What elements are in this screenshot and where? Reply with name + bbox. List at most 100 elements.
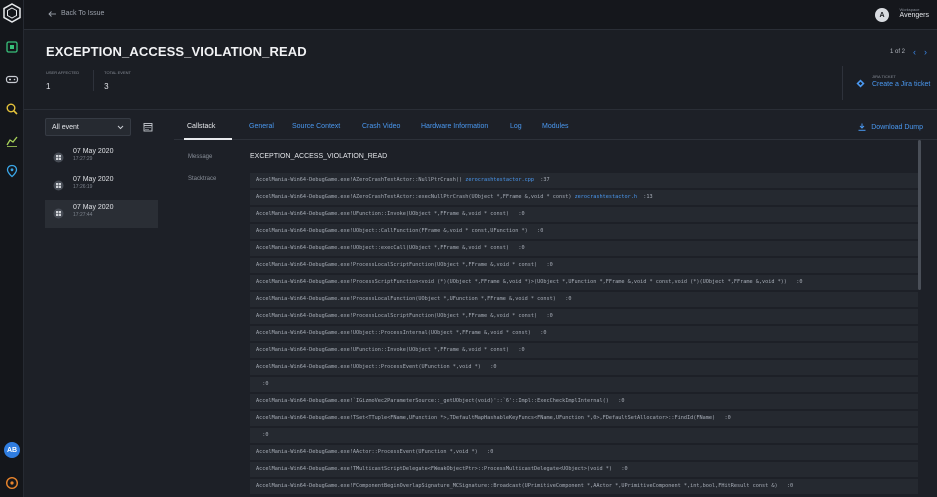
chevron-down-icon: [117, 125, 124, 129]
frame-text: AccelMania-Win64-DebugGame.exe!UObject::…: [256, 364, 497, 370]
frame-text: AccelMania-Win64-DebugGame.exe!AZeroCras…: [256, 194, 575, 200]
tab-hardware-information[interactable]: Hardware Information: [421, 123, 488, 130]
download-dump-button[interactable]: Download Dump: [858, 123, 923, 131]
frame-text: AccelMania-Win64-DebugGame.exe!FComponen…: [256, 483, 794, 489]
stack-frame: AccelMania-Win64-DebugGame.exe!ProcessLo…: [250, 258, 918, 273]
stack-frame: :0: [250, 428, 918, 443]
app-sidebar: AB: [0, 0, 24, 497]
event-time: 17:27:44: [73, 212, 93, 218]
windows-icon: [53, 152, 64, 163]
frame-text: :0: [256, 381, 269, 387]
total-event-value: 3: [104, 82, 109, 91]
frame-text: AccelMania-Win64-DebugGame.exe!UFunction…: [256, 347, 525, 353]
frame-text: :0: [256, 432, 269, 438]
next-icon[interactable]: ›: [924, 47, 927, 57]
stacktrace-list: AccelMania-Win64-DebugGame.exe!AZeroCras…: [250, 173, 918, 497]
stack-frame: AccelMania-Win64-DebugGame.exe!AZeroCras…: [250, 190, 918, 205]
create-jira-ticket-link[interactable]: Create a Jira ticket: [872, 81, 930, 88]
pager-count: 1 of 2: [889, 49, 905, 55]
location-icon[interactable]: [5, 164, 19, 178]
event-item[interactable]: 07 May 2020 17:26:19: [45, 172, 158, 200]
stack-frame: :0: [250, 377, 918, 392]
frame-text: AccelMania-Win64-DebugGame.exe!AActor::P…: [256, 449, 494, 455]
issue-stats: USER AFFECTED 1 TOTAL EVENT 3: [46, 70, 155, 91]
scrollbar[interactable]: [918, 140, 921, 290]
frame-text: AccelMania-Win64-DebugGame.exe!AZeroCras…: [256, 177, 466, 183]
frame-text: AccelMania-Win64-DebugGame.exe!UObject::…: [256, 245, 525, 251]
calendar-icon[interactable]: [143, 122, 153, 132]
analytics-icon[interactable]: [5, 134, 19, 148]
jira-ticket-panel: JIRA TICKET Create a Jira ticket: [842, 66, 937, 100]
frame-source-file-link[interactable]: zerocrashtestactor.cpp: [465, 177, 534, 183]
back-label: Back To Issue: [61, 10, 105, 17]
top-bar: Back To Issue A Workspace Avengers: [24, 0, 937, 30]
settings-icon[interactable]: [5, 476, 19, 490]
download-label: Download Dump: [871, 123, 923, 131]
frame-line: :37: [540, 177, 550, 183]
users-affected-label: USER AFFECTED: [46, 70, 80, 75]
frame-text: AccelMania-Win64-DebugGame.exe!UObject::…: [256, 228, 544, 234]
total-event-stat: TOTAL EVENT 3: [104, 70, 145, 91]
issue-header: EXCEPTION_ACCESS_VIOLATION_READ 1 of 2 ‹…: [24, 30, 937, 110]
stacktrace-label: Stacktrace: [188, 176, 217, 182]
workspace-name: Avengers: [899, 12, 929, 19]
download-icon: [858, 123, 866, 131]
stack-frame: AccelMania-Win64-DebugGame.exe!AZeroCras…: [250, 173, 918, 188]
app-logo-icon[interactable]: [2, 3, 22, 23]
message-value: EXCEPTION_ACCESS_VIOLATION_READ: [250, 153, 388, 160]
event-time: 17:27:29: [73, 156, 93, 162]
frame-line: :13: [643, 194, 653, 200]
stack-frame: AccelMania-Win64-DebugGame.exe!FComponen…: [250, 479, 918, 494]
stack-frame: AccelMania-Win64-DebugGame.exe!UObject::…: [250, 360, 918, 375]
stack-frame: AccelMania-Win64-DebugGame.exe!UFunction…: [250, 207, 918, 222]
event-filter-select[interactable]: All event: [45, 118, 131, 136]
stack-frame: AccelMania-Win64-DebugGame.exe!UObject::…: [250, 326, 918, 341]
frame-source-file-link[interactable]: zerocrashtestactor.h: [575, 194, 637, 200]
stack-frame: AccelMania-Win64-DebugGame.exe!ProcessLo…: [250, 309, 918, 324]
prev-icon[interactable]: ‹: [913, 47, 916, 57]
dashboard-icon[interactable]: [5, 40, 19, 54]
tab-source-context[interactable]: Source Context: [292, 123, 340, 130]
gamepad-icon[interactable]: [5, 72, 19, 86]
users-affected-value: 1: [46, 82, 51, 91]
stack-frame: AccelMania-Win64-DebugGame.exe!`IGizmoVe…: [250, 394, 918, 409]
issue-pager: 1 of 2 ‹ ›: [890, 47, 927, 57]
stack-frame: AccelMania-Win64-DebugGame.exe!TSet<TTup…: [250, 411, 918, 426]
events-sidebar: All event 07 May 2020 17:27:29 07 May 20…: [45, 118, 158, 228]
search-icon[interactable]: [5, 102, 19, 116]
frame-text: AccelMania-Win64-DebugGame.exe!ProcessLo…: [256, 262, 553, 268]
workspace-avatar[interactable]: A: [875, 8, 889, 22]
message-label: Message: [188, 154, 213, 160]
event-item-selected[interactable]: 07 May 2020 17:27:44: [45, 200, 158, 228]
event-date: 07 May 2020: [73, 148, 114, 155]
tab-log[interactable]: Log: [510, 123, 522, 130]
stack-frame: AccelMania-Win64-DebugGame.exe!UObject::…: [250, 241, 918, 256]
back-to-issue-link[interactable]: Back To Issue: [48, 10, 104, 17]
workspace-switcher[interactable]: Workspace Avengers: [900, 7, 929, 19]
frame-text: AccelMania-Win64-DebugGame.exe!TMulticas…: [256, 466, 628, 472]
frame-text: AccelMania-Win64-DebugGame.exe!UObject::…: [256, 330, 547, 336]
stack-frame: AccelMania-Win64-DebugGame.exe!UFunction…: [250, 343, 918, 358]
users-affected-stat: USER AFFECTED 1: [46, 70, 95, 91]
page-title: EXCEPTION_ACCESS_VIOLATION_READ: [46, 44, 307, 59]
detail-tabs: Callstack General Source Context Crash V…: [174, 118, 937, 140]
stack-frame: AccelMania-Win64-DebugGame.exe!TMulticas…: [250, 462, 918, 477]
tab-crash-video[interactable]: Crash Video: [362, 123, 400, 130]
event-date: 07 May 2020: [73, 176, 114, 183]
event-date: 07 May 2020: [73, 204, 114, 211]
jira-icon: [856, 79, 865, 88]
stack-frame: AccelMania-Win64-DebugGame.exe!UObject::…: [250, 224, 918, 239]
frame-text: AccelMania-Win64-DebugGame.exe!ProcessLo…: [256, 296, 572, 302]
total-event-label: TOTAL EVENT: [104, 70, 131, 75]
tab-callstack[interactable]: Callstack: [187, 123, 215, 130]
stack-frame: AccelMania-Win64-DebugGame.exe!AActor::P…: [250, 445, 918, 460]
frame-text: AccelMania-Win64-DebugGame.exe!ProcessLo…: [256, 313, 553, 319]
user-avatar[interactable]: AB: [4, 442, 20, 458]
arrow-left-icon: [48, 10, 56, 17]
tab-modules[interactable]: Modules: [542, 123, 568, 130]
tab-general[interactable]: General: [249, 123, 274, 130]
active-tab-indicator: [184, 138, 232, 140]
frame-text: AccelMania-Win64-DebugGame.exe!ProcessSc…: [256, 279, 803, 285]
event-item[interactable]: 07 May 2020 17:27:29: [45, 144, 158, 172]
frame-text: AccelMania-Win64-DebugGame.exe!`IGizmoVe…: [256, 398, 625, 404]
